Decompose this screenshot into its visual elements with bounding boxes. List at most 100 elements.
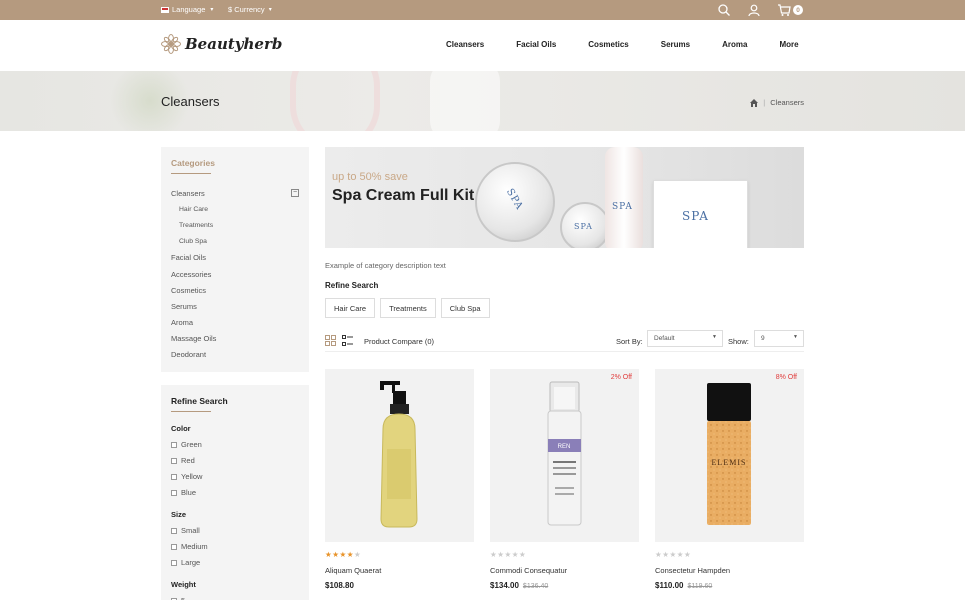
checkbox[interactable] (171, 473, 177, 480)
checkbox[interactable] (171, 489, 177, 496)
color-filter-option[interactable]: Red (171, 455, 309, 466)
serum-bottle-image: REN (547, 381, 582, 526)
category-item[interactable]: Hair Care (171, 201, 299, 217)
chevron-down-icon: ▼ (793, 334, 798, 340)
category-item[interactable]: Serums (171, 298, 299, 314)
sort-select[interactable]: Default ▼ (647, 330, 723, 347)
product-price: $134.00 $136.40 (490, 581, 549, 590)
breadcrumb-current[interactable]: Cleansers (770, 98, 804, 107)
filter-size-title: Size (171, 510, 187, 519)
home-icon[interactable] (750, 98, 759, 107)
refine-link-hair-care[interactable]: Hair Care (325, 298, 376, 318)
category-item[interactable]: Massage Oils (171, 331, 299, 347)
color-filter-option[interactable]: Green (171, 439, 309, 450)
search-icon[interactable] (717, 3, 731, 17)
size-filter-option[interactable]: Large (171, 557, 309, 568)
product-name[interactable]: Commodi Consequatur (490, 566, 639, 575)
old-price: $136.40 (522, 583, 549, 590)
category-item[interactable]: Cleansers − (171, 185, 299, 201)
color-filter-option[interactable]: Yellow (171, 471, 309, 482)
product-image[interactable]: 8% Off ELEMIS (655, 369, 804, 542)
star-icon: ★ (669, 550, 677, 559)
star-icon: ★ (511, 550, 519, 559)
refine-link-club-spa[interactable]: Club Spa (440, 298, 490, 318)
header: Beautyherb Cleansers Facial Oils Cosmeti… (0, 20, 965, 71)
star-icon: ★ (676, 550, 684, 559)
cart-count-badge: 0 (793, 5, 803, 15)
category-item[interactable]: Treatments (171, 217, 299, 233)
promo-save-text: up to 50% save (332, 171, 408, 183)
star-icon: ★ (504, 550, 512, 559)
category-item[interactable]: Deodorant (171, 347, 299, 363)
show-select[interactable]: 9 ▼ (754, 330, 804, 347)
product-toolbar: Product Compare (0) Sort By: Default ▼ S… (325, 330, 804, 352)
categories-panel: Categories Cleansers − Hair Care Treatments… (161, 147, 309, 372)
user-icon[interactable] (747, 3, 761, 17)
refine-link-treatments[interactable]: Treatments (380, 298, 436, 318)
chevron-down-icon: ▼ (712, 334, 717, 340)
checkbox[interactable] (171, 441, 177, 448)
nav-item-cleansers[interactable]: Cleansers (446, 40, 484, 49)
logo[interactable]: Beautyherb (161, 34, 282, 54)
currency-selector[interactable]: $ Currency ▾ (228, 5, 272, 14)
nav-item-cosmetics[interactable]: Cosmetics (588, 40, 628, 49)
checkbox[interactable] (171, 559, 177, 566)
language-selector[interactable]: Language ▾ (161, 5, 213, 14)
cart-button[interactable]: 0 (777, 3, 803, 17)
product-price: $108.80 (325, 581, 354, 590)
old-price: $119.60 (687, 583, 713, 590)
breadcrumb: | Cleansers (750, 98, 804, 107)
product-card[interactable]: 2% Off REN ★★★★★ Commodi Consequatur $13… (490, 369, 639, 590)
chevron-down-icon: ▾ (210, 7, 214, 13)
filter-weight-title: Weight (171, 580, 196, 589)
discount-badge: 8% Off (775, 374, 797, 381)
nav-item-serums[interactable]: Serums (661, 40, 690, 49)
collapse-icon[interactable]: − (291, 189, 299, 198)
checkbox[interactable] (171, 457, 177, 464)
show-label: Show: (728, 337, 749, 346)
elemis-bottle-image: ELEMIS (707, 383, 751, 525)
category-description: Example of category description text (325, 261, 446, 270)
refine-search-title: Refine Search (171, 396, 228, 406)
category-item[interactable]: Aroma (171, 315, 299, 331)
language-label: Language (172, 5, 206, 14)
color-filter-option[interactable]: Blue (171, 487, 309, 498)
weight-filter-option[interactable]: 5 (171, 595, 309, 600)
cart-icon (778, 4, 791, 16)
checkbox[interactable] (171, 527, 177, 534)
main-nav: Cleansers Facial Oils Cosmetics Serums A… (446, 40, 831, 49)
brand-name: Beautyherb (185, 35, 283, 53)
product-image[interactable] (325, 369, 474, 542)
size-filter-option[interactable]: Medium (171, 541, 309, 552)
product-image[interactable]: 2% Off REN (490, 369, 639, 542)
promo-title: Spa Cream Full Kit (332, 187, 475, 204)
product-card[interactable]: 8% Off ELEMIS ★★★★★ Consectetur Hampden … (655, 369, 804, 590)
flower-logo-icon (161, 34, 181, 54)
category-item[interactable]: Accessories (171, 266, 299, 282)
category-item[interactable]: Facial Oils (171, 250, 299, 266)
page-banner: Cleansers | Cleansers (0, 71, 965, 131)
product-card[interactable]: ★★★★★ Aliquam Quaerat $108.80 (325, 369, 474, 590)
categories-title: Categories (171, 158, 215, 168)
list-view-icon[interactable] (342, 335, 353, 346)
category-promo-banner[interactable]: up to 50% save Spa Cream Full Kit SPA SP… (325, 147, 804, 248)
chevron-down-icon: ▾ (268, 7, 272, 13)
checkbox[interactable] (171, 543, 177, 550)
product-compare-link[interactable]: Product Compare (0) (364, 337, 434, 346)
category-list: Cleansers − Hair Care Treatments Club Spa Fac… (171, 185, 299, 363)
category-item[interactable]: Cosmetics (171, 282, 299, 298)
refine-search-panel: Refine Search Color Green Red Yellow Blue S… (161, 385, 309, 600)
rating-stars: ★★★★★ (325, 550, 474, 560)
nav-item-facial-oils[interactable]: Facial Oils (516, 40, 556, 49)
product-name[interactable]: Consectetur Hampden (655, 566, 804, 575)
size-filter-option[interactable]: Small (171, 525, 309, 536)
product-name[interactable]: Aliquam Quaerat (325, 566, 474, 575)
category-item[interactable]: Club Spa (171, 234, 299, 250)
cream-jar-image: SPA (475, 162, 555, 242)
spa-box-image: SPA (653, 180, 748, 248)
refine-search-heading: Refine Search (325, 281, 379, 290)
refine-links: Hair Care Treatments Club Spa (325, 298, 490, 318)
grid-view-icon[interactable] (325, 335, 336, 346)
nav-item-aroma[interactable]: Aroma (722, 40, 747, 49)
nav-item-more[interactable]: More (779, 40, 798, 49)
